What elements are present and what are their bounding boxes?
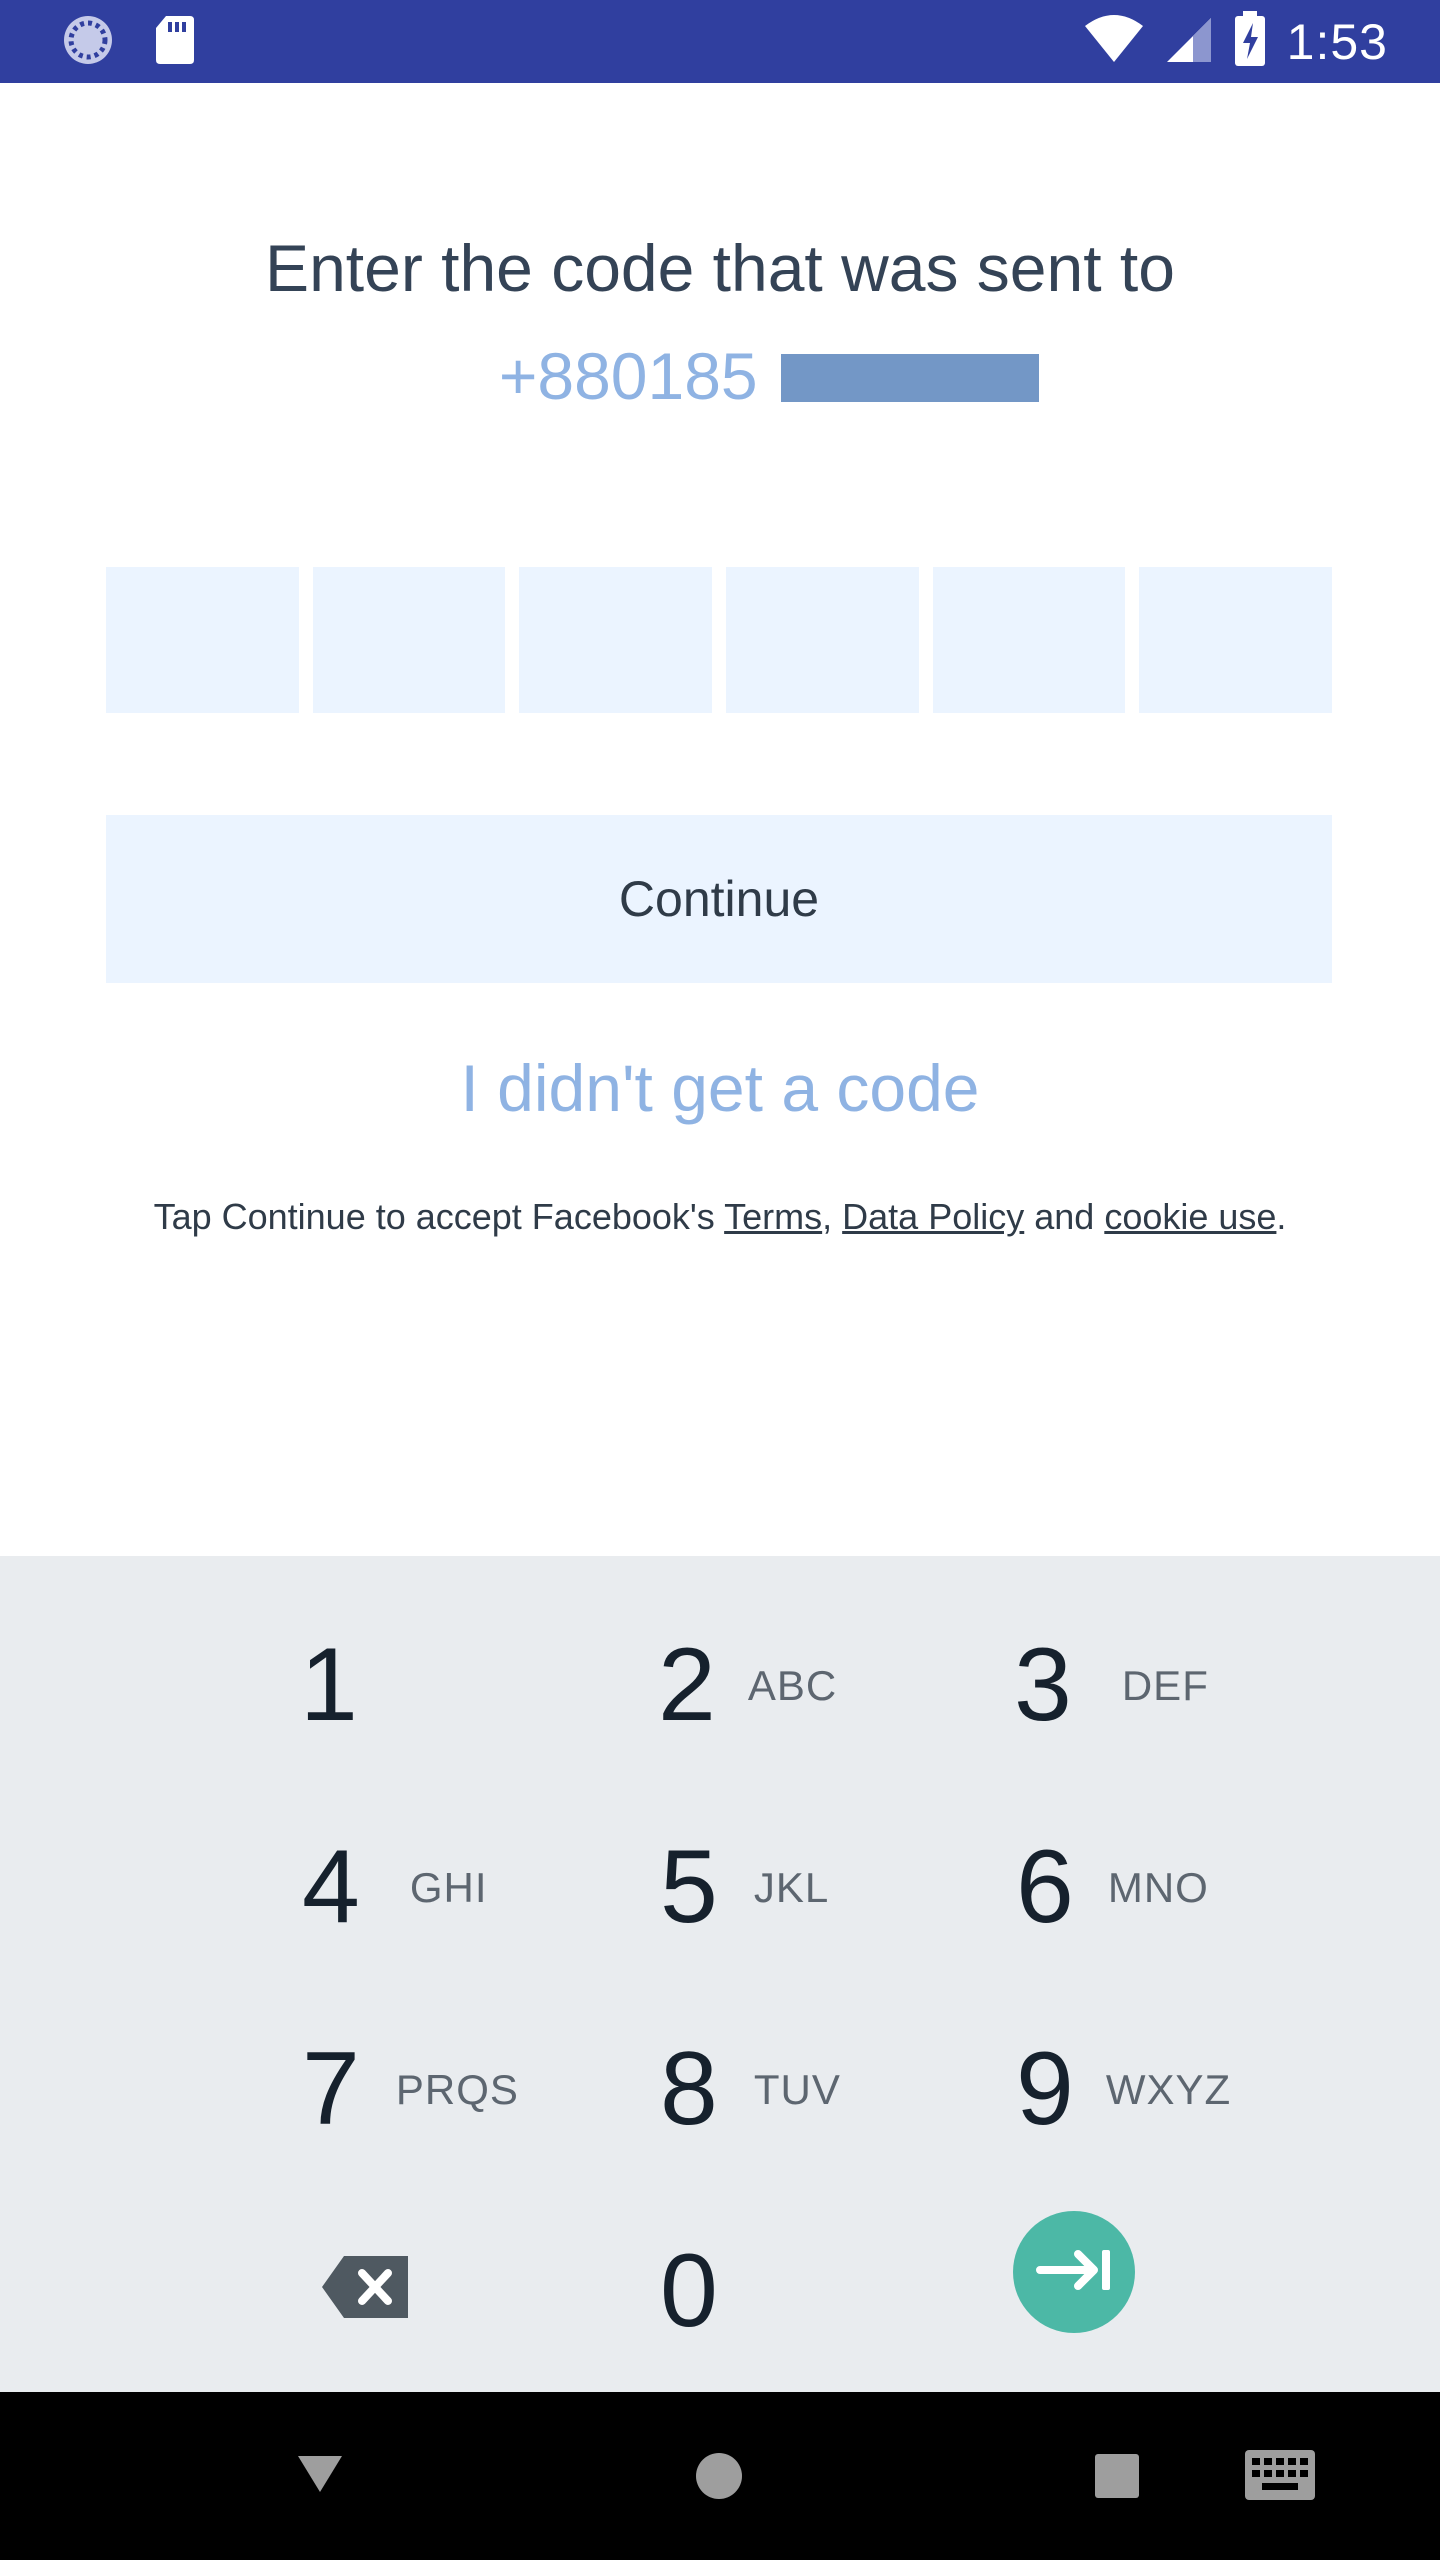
key-6-digit: 6 bbox=[1016, 1829, 1074, 1945]
key-7-letters: PRQS bbox=[395, 2065, 519, 2113]
back-icon[interactable] bbox=[296, 2452, 344, 2499]
clock: 1:53 bbox=[1286, 13, 1388, 70]
key-8[interactable]: 8 TUV bbox=[660, 2030, 841, 2149]
key-8-letters: TUV bbox=[753, 2065, 841, 2113]
key-4-digit: 4 bbox=[302, 1829, 360, 1945]
key-9-letters: WXYZ bbox=[1105, 2065, 1232, 2113]
terms-suffix: . bbox=[1276, 1196, 1287, 1237]
code-digit-6[interactable] bbox=[1139, 567, 1333, 713]
sd-card-icon bbox=[154, 14, 196, 71]
data-policy-link[interactable]: Data Policy bbox=[842, 1196, 1024, 1237]
key-1[interactable]: 1 bbox=[300, 1626, 358, 1745]
recents-icon[interactable] bbox=[1095, 2454, 1139, 2503]
phone-number-text: +880185 bbox=[498, 339, 758, 413]
code-digit-5[interactable] bbox=[932, 567, 1126, 713]
code-digit-3[interactable] bbox=[519, 567, 713, 713]
key-2-letters: ABC bbox=[747, 1661, 838, 1709]
home-icon[interactable] bbox=[695, 2452, 743, 2505]
key-2-digit: 2 bbox=[658, 1627, 716, 1743]
keyboard-icon[interactable] bbox=[1245, 2450, 1315, 2505]
key-7-digit: 7 bbox=[302, 2031, 360, 2147]
key-6[interactable]: 6 MNO bbox=[1016, 1828, 1209, 1947]
terms-prefix: Tap Continue to accept Facebook's bbox=[153, 1196, 725, 1237]
key-9-digit: 9 bbox=[1016, 2031, 1074, 2147]
loading-icon bbox=[62, 14, 114, 71]
key-0[interactable]: 0 bbox=[660, 2232, 718, 2351]
signal-icon bbox=[1165, 14, 1213, 69]
status-bar: 1:53 bbox=[0, 0, 1440, 83]
key-7[interactable]: 7 PRQS bbox=[302, 2030, 519, 2149]
wifi-icon bbox=[1083, 14, 1145, 69]
cookie-use-link[interactable]: cookie use bbox=[1104, 1196, 1276, 1237]
code-input-group bbox=[106, 567, 1333, 713]
continue-button[interactable]: Continue bbox=[106, 815, 1332, 983]
didnt-get-code-link[interactable]: I didn't get a code bbox=[0, 1050, 1440, 1126]
redaction-block bbox=[780, 354, 1039, 402]
terms-and: and bbox=[1024, 1196, 1105, 1237]
key-3-digit: 3 bbox=[1014, 1627, 1072, 1743]
backspace-icon[interactable] bbox=[322, 2256, 408, 2318]
key-0-digit: 0 bbox=[660, 2233, 718, 2349]
key-2[interactable]: 2 ABC bbox=[658, 1626, 837, 1745]
terms-separator: , bbox=[822, 1196, 843, 1237]
key-3[interactable]: 3 DEF bbox=[1014, 1626, 1209, 1745]
code-digit-2[interactable] bbox=[312, 567, 506, 713]
terms-text: Tap Continue to accept Facebook's Terms,… bbox=[0, 1196, 1440, 1238]
key-5-digit: 5 bbox=[660, 1829, 718, 1945]
key-9[interactable]: 9 WXYZ bbox=[1016, 2030, 1231, 2149]
terms-link[interactable]: Terms bbox=[724, 1196, 822, 1237]
key-3-letters: DEF bbox=[1121, 1661, 1209, 1709]
key-5[interactable]: 5 JKL bbox=[660, 1828, 829, 1947]
tab-next-icon bbox=[1036, 2248, 1112, 2297]
go-next-button[interactable] bbox=[1013, 2211, 1135, 2333]
key-4-letters: GHI bbox=[409, 1863, 488, 1911]
phone-number: +88018500000 bbox=[0, 338, 1440, 414]
key-4[interactable]: 4 GHI bbox=[302, 1828, 488, 1947]
page-title: Enter the code that was sent to bbox=[265, 231, 1175, 305]
code-digit-1[interactable] bbox=[106, 567, 299, 713]
key-1-digit: 1 bbox=[300, 1627, 358, 1743]
code-digit-4[interactable] bbox=[726, 567, 919, 713]
key-5-letters: JKL bbox=[753, 1863, 830, 1911]
verification-screen: 1:53 Enter the code that was sent to +88… bbox=[0, 0, 1440, 2560]
battery-charging-icon bbox=[1233, 11, 1267, 72]
key-6-letters: MNO bbox=[1107, 1863, 1209, 1911]
key-8-digit: 8 bbox=[660, 2031, 718, 2147]
